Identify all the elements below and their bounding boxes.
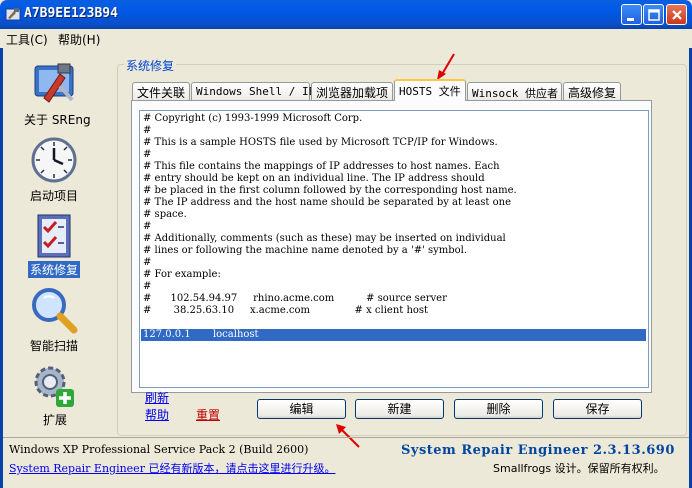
refresh-link[interactable]: 刷新 [145,389,169,406]
maximize-button[interactable] [643,4,664,25]
sidebar-item-about[interactable]: 关于 SREng [3,58,108,130]
close-button[interactable] [666,4,687,25]
menu-tools[interactable]: 工具(C) [6,31,48,48]
gear-plus-icon [34,366,74,407]
hosts-textarea[interactable]: # Copyright (c) 1993-1999 Microsoft Corp… [139,110,649,388]
delete-button[interactable]: 删除 [454,399,543,419]
hosts-line[interactable] [143,317,646,329]
update-link-message: 已经有新版本，请点击这里进行升级。 [144,462,336,475]
annotation-arrow [437,53,455,80]
hosts-line[interactable]: # For example: [143,269,646,281]
hosts-line[interactable]: # be placed in the first column followed… [143,185,646,197]
group-title: 系统修复 [124,57,177,74]
magnifier-icon [32,288,78,334]
hosts-line[interactable]: # The IP address and the host name shoul… [143,197,646,209]
tab-file-association[interactable]: 文件关联 [132,82,190,100]
close-icon [672,10,682,20]
hosts-line-selected[interactable]: 127.0.0.1 localhost [141,329,646,341]
sidebar-item-label: 扩展 [43,413,68,427]
new-button[interactable]: 新建 [355,399,444,419]
hosts-lines: # Copyright (c) 1993-1999 Microsoft Corp… [141,113,646,341]
copyright-text: Smallfrogs 设计。保留所有权利。 [493,462,665,475]
hosts-line[interactable]: # 102.54.94.97 rhino.acme.com # source s… [143,293,646,305]
minimize-icon [627,18,634,21]
tab-advanced-repair[interactable]: 高级修复 [563,82,621,100]
sidebar-item-label: 启动项目 [30,189,79,203]
menu-help[interactable]: 帮助(H) [58,31,100,48]
hosts-line[interactable]: # [143,257,646,269]
status-separator [3,437,689,438]
app-icon [5,8,21,21]
hosts-line[interactable]: # entry should be kept on an individual … [143,173,646,185]
hosts-line[interactable]: # [143,149,646,161]
tab-windows-shell-ie[interactable]: Windows Shell / IE [191,82,315,100]
maximize-icon [648,9,660,21]
hosts-line[interactable]: # Additionally, comments (such as these)… [143,233,646,245]
hosts-line[interactable]: # Copyright (c) 1993-1999 Microsoft Corp… [143,113,646,125]
menu-bar: 工具(C) 帮助(H) [0,29,692,48]
sidebar-item-label: 系统修复 [28,261,81,278]
reset-link[interactable]: 重置 [196,406,220,423]
sidebar: 关于 SREng 启动项目 系统修复 智能扫描 扩展 [3,50,113,430]
edit-button[interactable]: 编辑 [257,399,346,419]
clock-icon [31,137,77,183]
help-link[interactable]: 帮助 [145,406,169,423]
update-link[interactable]: System Repair Engineer 已经有新版本，请点击这里进行升级。 [9,460,335,476]
sidebar-item-extend[interactable]: 扩展 [3,362,108,432]
hosts-line[interactable]: # [143,281,646,293]
checklist-icon [37,214,71,258]
save-button[interactable]: 保存 [553,399,642,419]
title-bar[interactable]: A7B9EE123B94 [0,0,692,29]
tab-winsock-providers[interactable]: Winsock 供应者 [467,82,562,100]
os-version-text: Windows XP Professional Service Pack 2 (… [9,443,309,456]
sidebar-item-repair[interactable]: 系统修复 [3,212,108,282]
sidebar-item-label: 智能扫描 [30,339,79,353]
sidebar-item-startup[interactable]: 启动项目 [3,136,108,208]
tools-icon [34,63,74,103]
hosts-line[interactable]: # lines or following the machine name de… [143,245,646,257]
update-link-product: System Repair Engineer [9,462,145,475]
hosts-line[interactable]: # [143,221,646,233]
window-title: A7B9EE123B94 [24,6,118,21]
tab-browser-addons[interactable]: 浏览器加载项 [311,82,393,100]
hosts-line[interactable]: # space. [143,209,646,221]
hosts-line[interactable]: # This file contains the mappings of IP … [143,161,646,173]
app-version-text: System Repair Engineer 2.3.13.690 [401,443,675,458]
annotation-arrow [336,424,360,448]
hosts-line[interactable]: # [143,125,646,137]
sidebar-item-label: 关于 SREng [24,113,91,127]
hosts-line[interactable]: # 38.25.63.10 x.acme.com # x client host [143,305,646,317]
sidebar-item-scan[interactable]: 智能扫描 [3,286,108,358]
minimize-button[interactable] [621,4,642,25]
tab-hosts-file[interactable]: HOSTS 文件 [394,79,466,101]
hosts-line[interactable]: # This is a sample HOSTS file used by Mi… [143,137,646,149]
